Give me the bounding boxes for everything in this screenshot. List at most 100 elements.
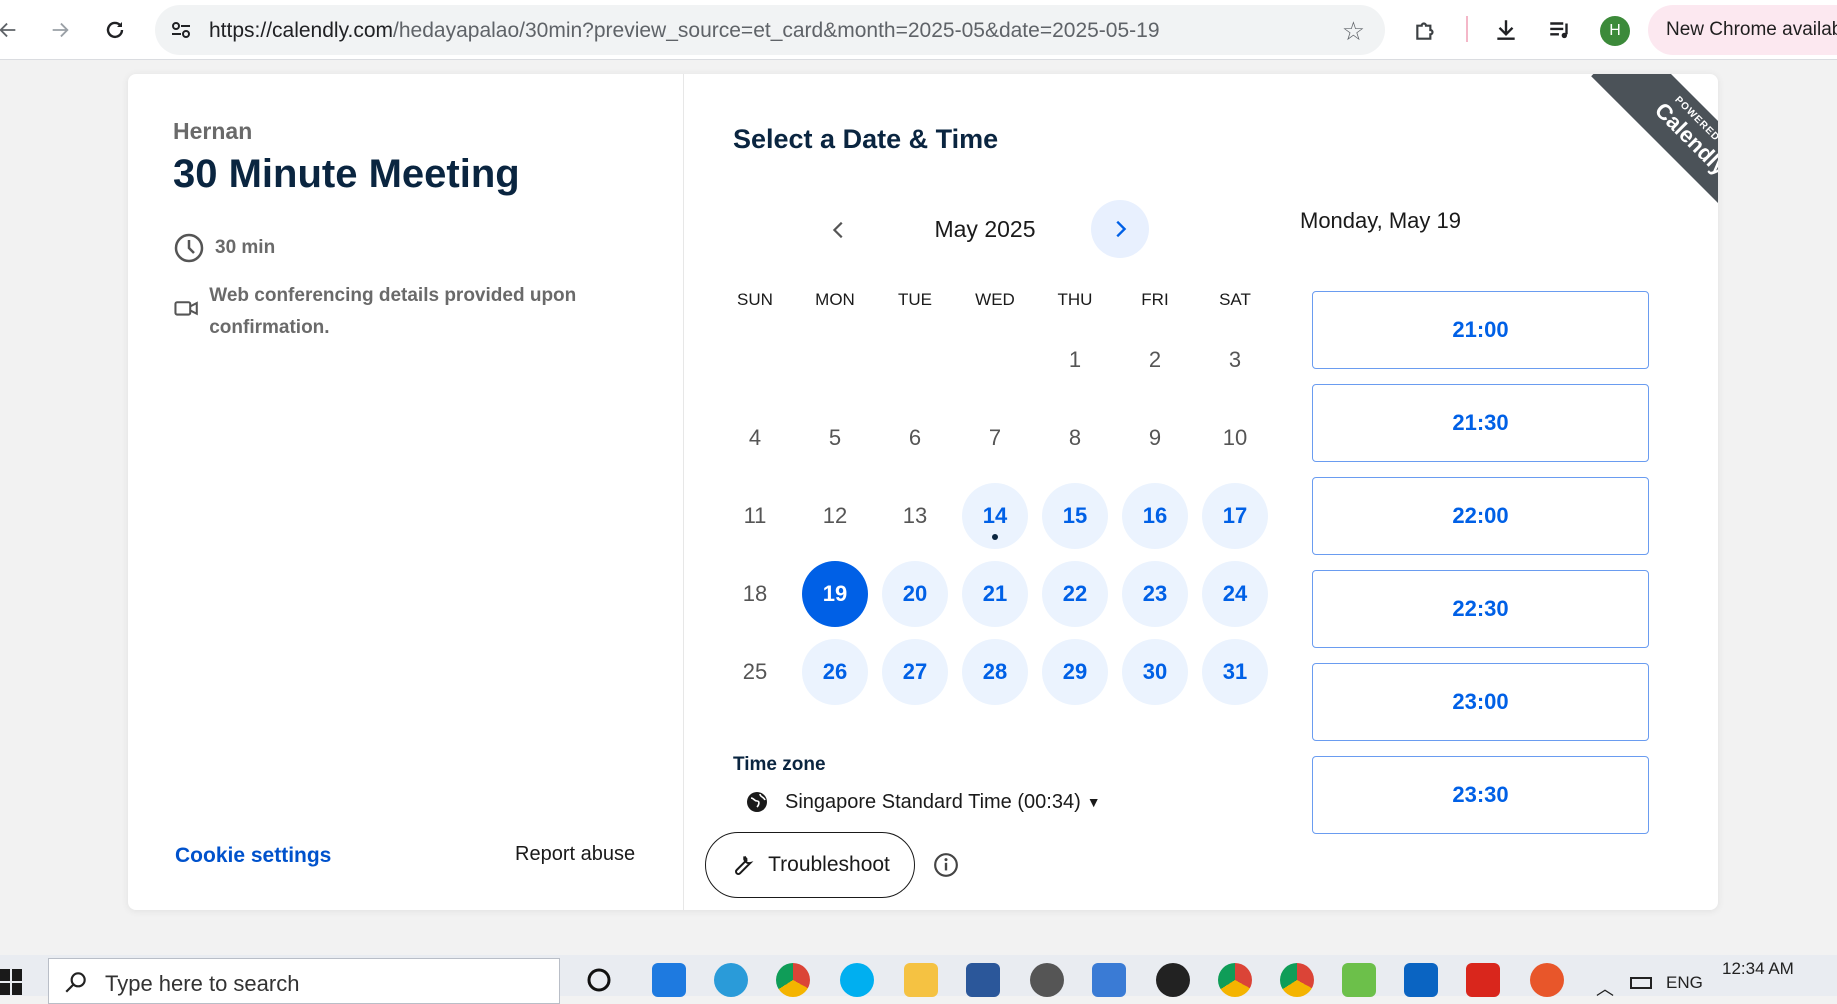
taskbar-search-input[interactable]: Type here to search [48,958,560,1004]
previous-month-button[interactable] [815,206,863,254]
day-number: 5 [828,425,842,450]
calendar-day-20[interactable]: 20 [882,561,948,627]
report-abuse-link[interactable]: Report abuse [515,843,635,866]
bluetooth-icon[interactable] [652,963,686,997]
app-icon[interactable] [1530,963,1564,997]
forward-arrow-icon [52,22,69,38]
badge-brand-text: Calendly [1649,97,1718,181]
extensions-button[interactable] [1410,14,1442,46]
calendar-day-18: 18 [722,561,788,627]
calendar-day-22[interactable]: 22 [1042,561,1108,627]
time-slot-button[interactable]: 21:30 [1312,384,1649,462]
time-slot-button[interactable]: 23:30 [1312,756,1649,834]
calendar-day-28[interactable]: 28 [962,639,1028,705]
day-number: 27 [902,659,928,684]
windows-start-icon[interactable] [0,967,24,997]
cookie-settings-link[interactable]: Cookie settings [175,844,331,868]
calendar-grid: 1 2 3 4 5 6 7 8 9 10 11 12 13 14 15 16 17 18 19 20 21 22 23 24 2… [720,336,1280,736]
time-slot-button[interactable]: 22:30 [1312,570,1649,648]
info-icon[interactable] [933,852,959,878]
profile-avatar[interactable]: H [1600,16,1630,46]
bookmark-star-icon[interactable]: ☆ [1342,16,1365,47]
day-number: 21 [982,581,1008,606]
chrome-update-button[interactable]: New Chrome available [1648,5,1837,55]
file-explorer-icon[interactable] [904,963,938,997]
reload-button[interactable] [99,14,131,46]
word-icon[interactable] [966,963,1000,997]
downloads-button[interactable] [1490,14,1522,46]
duration-text: 30 min [215,237,276,258]
time-slot-button[interactable]: 22:00 [1312,477,1649,555]
media-control-button[interactable] [1544,14,1576,46]
location-text: Web conferencing details provided upon c… [209,285,577,338]
calendar-day-27[interactable]: 27 [882,639,948,705]
forward-button[interactable] [44,14,76,46]
day-number: 18 [742,581,768,606]
calendar-day-19[interactable]: 19 [802,561,868,627]
calendar-day-26[interactable]: 26 [802,639,868,705]
day-number: 2 [1148,347,1162,372]
time-slot-button[interactable]: 23:00 [1312,663,1649,741]
chevron-right-icon [1116,220,1127,238]
day-number: 31 [1222,659,1248,684]
settings-gear-icon[interactable] [1030,963,1064,997]
day-number: 22 [1062,581,1088,606]
day-number: 13 [902,503,928,528]
calendar-day-30[interactable]: 30 [1122,639,1188,705]
chrome-profile-icon[interactable] [1218,963,1252,997]
site-info-icon[interactable] [169,18,193,42]
outlook-icon[interactable] [1404,963,1438,997]
edge-icon[interactable] [714,963,748,997]
next-month-button[interactable] [1091,200,1149,258]
chevron-left-icon [832,221,843,239]
calendar-day-29[interactable]: 29 [1042,639,1108,705]
calendar-day-7: 7 [962,405,1028,471]
calendar-day-14[interactable]: 14 [962,483,1028,549]
day-number: 4 [748,425,762,450]
chrome-icon[interactable] [776,963,810,997]
calendar-day-2: 2 [1122,327,1188,393]
timezone-select[interactable]: Singapore Standard Time (00:34) ▼ [745,790,1101,814]
search-placeholder: Type here to search [105,971,300,996]
calendar-day-24[interactable]: 24 [1202,561,1268,627]
powered-by-calendly-badge[interactable]: POWERED BY Calendly [1566,74,1718,226]
calendar-day-16[interactable]: 16 [1122,483,1188,549]
scheduling-card: Hernan 30 Minute Meeting 30 min Web conf… [128,74,1718,910]
media-player-icon[interactable] [1156,963,1190,997]
skype-icon[interactable] [840,963,874,997]
url-text: https://calendly.com/hedayapalao/30min?p… [209,19,1160,42]
day-number: 15 [1062,503,1088,528]
day-number: 10 [1222,425,1248,450]
calendar-day-31[interactable]: 31 [1202,639,1268,705]
battery-icon[interactable] [1630,977,1652,989]
weekday-label: FRI [1141,290,1169,309]
calendar-day-17[interactable]: 17 [1202,483,1268,549]
weekday-label: WED [975,290,1015,309]
month-navigation: May 2025 [815,200,1155,260]
day-number: 12 [822,503,848,528]
weekday-label: THU [1057,290,1093,309]
input-language[interactable]: ENG [1666,973,1703,993]
clock[interactable]: 12:34 AM [1722,959,1794,979]
calendar-day-23[interactable]: 23 [1122,561,1188,627]
acrobat-icon[interactable] [1466,963,1500,997]
tray-chevron-up-icon[interactable]: ︿ [1596,975,1614,1001]
calendar-day-15[interactable]: 15 [1042,483,1108,549]
selected-date-heading: Monday, May 19 [1300,208,1462,233]
calendar-day-25: 25 [722,639,788,705]
calendar-day-8: 8 [1042,405,1108,471]
back-button[interactable] [0,14,24,46]
day-number: 3 [1228,347,1242,372]
duration-row: 30 min [173,232,275,264]
notes-icon[interactable] [1342,963,1376,997]
time-slot-button[interactable]: 21:00 [1312,291,1649,369]
day-number: 7 [988,425,1002,450]
calendar-day-5: 5 [802,405,868,471]
chrome-profile-2-icon[interactable] [1280,963,1314,997]
calendar-day-21[interactable]: 21 [962,561,1028,627]
cortana-icon[interactable] [582,963,616,997]
address-bar[interactable]: https://calendly.com/hedayapalao/30min?p… [155,5,1385,55]
troubleshoot-button[interactable]: Troubleshoot [705,832,915,898]
photos-icon[interactable] [1092,963,1126,997]
clock-icon [174,233,204,263]
